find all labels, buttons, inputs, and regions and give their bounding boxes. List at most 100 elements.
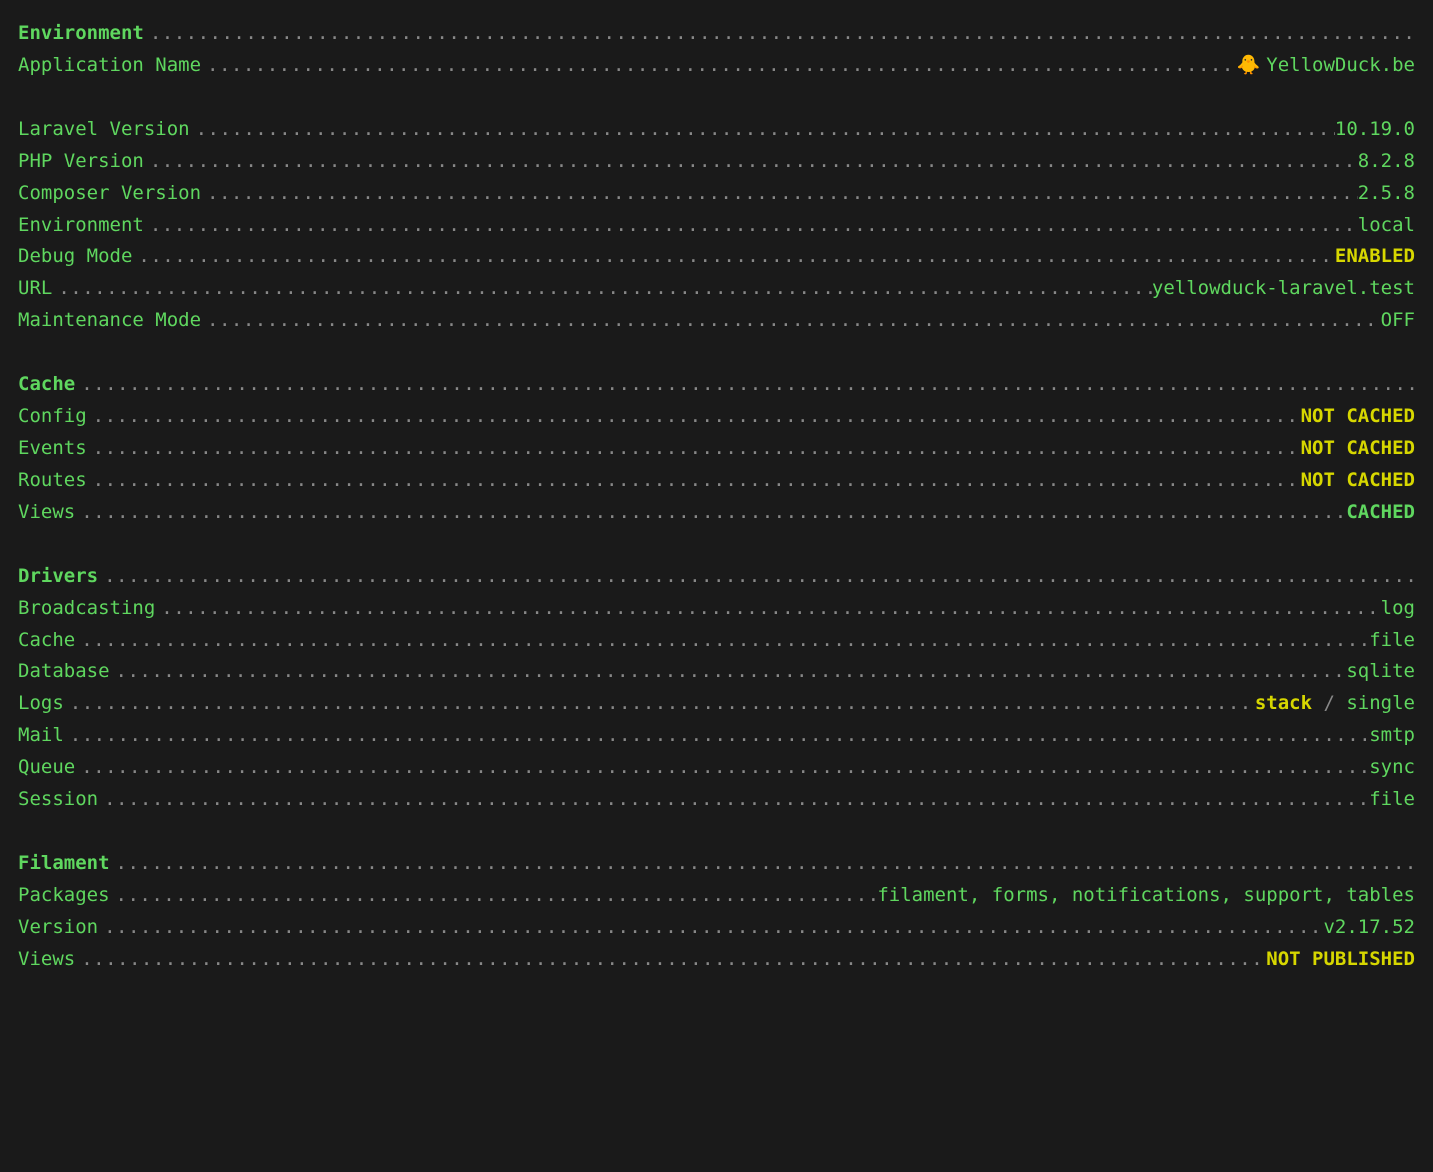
dots <box>64 688 1255 720</box>
app-name-value: 🐥YellowDuck.be <box>1237 50 1415 82</box>
dots <box>75 944 1266 976</box>
php-version-value: 8.2.8 <box>1358 146 1415 178</box>
cache-events-label: Events <box>18 433 87 465</box>
dots <box>75 369 1415 401</box>
dots <box>144 210 1358 242</box>
filament-views-label: Views <box>18 944 75 976</box>
filament-version-label: Version <box>18 912 98 944</box>
environment-label: Environment <box>18 210 144 242</box>
row-composer-version: Composer Version 2.5.8 <box>18 178 1415 210</box>
dots <box>201 305 1381 337</box>
dots <box>201 50 1237 82</box>
row-cache-events: Events NOT CACHED <box>18 433 1415 465</box>
laravel-version-label: Laravel Version <box>18 114 190 146</box>
cache-events-value: NOT CACHED <box>1301 433 1415 465</box>
dots <box>144 18 1415 50</box>
dots <box>52 273 1152 305</box>
app-name-label: Application Name <box>18 50 201 82</box>
dots <box>87 401 1301 433</box>
row-environment: Environment local <box>18 210 1415 242</box>
drivers-mail-value: smtp <box>1369 720 1415 752</box>
url-label: URL <box>18 273 52 305</box>
debug-mode-value: ENABLED <box>1335 241 1415 273</box>
dots <box>110 848 1415 880</box>
row-filament-views: Views NOT PUBLISHED <box>18 944 1415 976</box>
row-drivers-broadcasting: Broadcasting log <box>18 593 1415 625</box>
row-application-name: Application Name 🐥YellowDuck.be <box>18 50 1415 82</box>
dots <box>201 178 1358 210</box>
drivers-queue-label: Queue <box>18 752 75 784</box>
filament-version-value: v2.17.52 <box>1323 912 1415 944</box>
dots <box>98 561 1415 593</box>
filament-packages-value: filament, forms, notifications, support,… <box>877 880 1415 912</box>
filament-views-value: NOT PUBLISHED <box>1266 944 1415 976</box>
row-filament-packages: Packages filament, forms, notifications,… <box>18 880 1415 912</box>
dots <box>98 784 1369 816</box>
composer-version-label: Composer Version <box>18 178 201 210</box>
dots <box>75 625 1369 657</box>
drivers-logs-label: Logs <box>18 688 64 720</box>
maintenance-mode-label: Maintenance Mode <box>18 305 201 337</box>
debug-mode-label: Debug Mode <box>18 241 132 273</box>
dots <box>64 720 1369 752</box>
maintenance-mode-value: OFF <box>1381 305 1415 337</box>
dots <box>75 497 1346 529</box>
drivers-mail-label: Mail <box>18 720 64 752</box>
row-drivers-logs: Logs stack / single <box>18 688 1415 720</box>
row-drivers-cache: Cache file <box>18 625 1415 657</box>
cache-views-value: CACHED <box>1346 497 1415 529</box>
section-header-filament: Filament <box>18 848 1415 880</box>
drivers-session-label: Session <box>18 784 98 816</box>
drivers-cache-label: Cache <box>18 625 75 657</box>
composer-version-value: 2.5.8 <box>1358 178 1415 210</box>
section-header-environment: Environment <box>18 18 1415 50</box>
environment-header-label: Environment <box>18 18 144 50</box>
dots <box>132 241 1335 273</box>
row-php-version: PHP Version 8.2.8 <box>18 146 1415 178</box>
url-value: yellowduck-laravel.test <box>1152 273 1415 305</box>
dots <box>110 656 1347 688</box>
cache-header-label: Cache <box>18 369 75 401</box>
row-drivers-session: Session file <box>18 784 1415 816</box>
drivers-queue-value: sync <box>1369 752 1415 784</box>
row-drivers-queue: Queue sync <box>18 752 1415 784</box>
cache-views-label: Views <box>18 497 75 529</box>
filament-packages-label: Packages <box>18 880 110 912</box>
row-cache-views: Views CACHED <box>18 497 1415 529</box>
dots <box>98 912 1323 944</box>
drivers-session-value: file <box>1369 784 1415 816</box>
row-filament-version: Version v2.17.52 <box>18 912 1415 944</box>
drivers-database-value: sqlite <box>1346 656 1415 688</box>
environment-value: local <box>1358 210 1415 242</box>
dots <box>75 752 1369 784</box>
section-header-cache: Cache <box>18 369 1415 401</box>
cache-routes-value: NOT CACHED <box>1301 465 1415 497</box>
row-laravel-version: Laravel Version 10.19.0 <box>18 114 1415 146</box>
filament-header-label: Filament <box>18 848 110 880</box>
row-cache-config: Config NOT CACHED <box>18 401 1415 433</box>
drivers-logs-value: stack / single <box>1255 688 1415 720</box>
drivers-cache-value: file <box>1369 625 1415 657</box>
dots <box>144 146 1358 178</box>
drivers-header-label: Drivers <box>18 561 98 593</box>
drivers-broadcasting-value: log <box>1381 593 1415 625</box>
section-header-drivers: Drivers <box>18 561 1415 593</box>
dots <box>87 465 1301 497</box>
row-maintenance-mode: Maintenance Mode OFF <box>18 305 1415 337</box>
row-drivers-database: Database sqlite <box>18 656 1415 688</box>
row-drivers-mail: Mail smtp <box>18 720 1415 752</box>
dots <box>110 880 878 912</box>
row-debug-mode: Debug Mode ENABLED <box>18 241 1415 273</box>
laravel-version-value: 10.19.0 <box>1335 114 1415 146</box>
cache-routes-label: Routes <box>18 465 87 497</box>
drivers-database-label: Database <box>18 656 110 688</box>
row-url: URL yellowduck-laravel.test <box>18 273 1415 305</box>
duck-icon: 🐥 <box>1237 54 1261 76</box>
dots <box>87 433 1301 465</box>
dots <box>155 593 1380 625</box>
dots <box>190 114 1335 146</box>
row-cache-routes: Routes NOT CACHED <box>18 465 1415 497</box>
drivers-broadcasting-label: Broadcasting <box>18 593 155 625</box>
php-version-label: PHP Version <box>18 146 144 178</box>
cache-config-label: Config <box>18 401 87 433</box>
